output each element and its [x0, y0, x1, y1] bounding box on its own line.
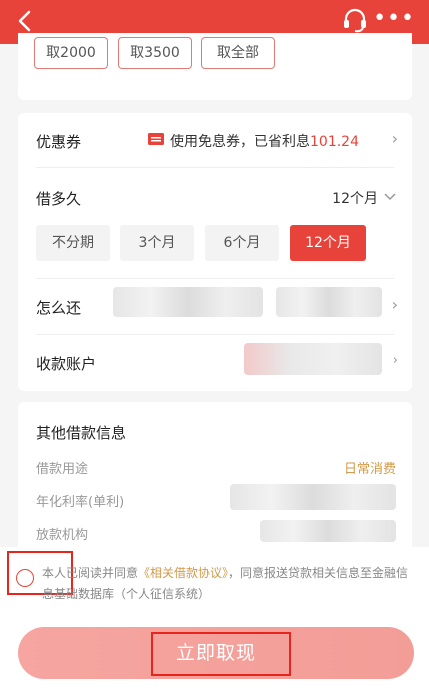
purpose-value: 日常消费	[343, 462, 396, 477]
chevron-down-icon[interactable]	[384, 193, 396, 201]
amount-option-3500[interactable]: 取3500	[118, 37, 192, 69]
info-title: 其他借款信息	[36, 424, 127, 442]
agreement-bar: 本人已阅读并同意《相关借款协议》，同意报送贷款相关信息至金融信息基础数据库（个人…	[0, 547, 429, 615]
chevron-left-icon[interactable]	[14, 9, 38, 33]
coupon-label: 优惠券	[36, 133, 82, 151]
divider	[36, 278, 394, 279]
purpose-label: 借款用途	[36, 462, 89, 477]
amount-option-2000[interactable]: 取2000	[34, 37, 108, 69]
chevron-right-icon[interactable]: ›	[392, 295, 398, 314]
more-dots-icon[interactable]: •••	[373, 8, 415, 30]
chevron-right-icon[interactable]: ›	[392, 129, 398, 148]
other-loan-info-card: 其他借款信息 借款用途 日常消费 年化利率(单利) 放款机构	[18, 402, 412, 552]
term-selected-value[interactable]: 12个月	[332, 188, 378, 208]
agreement-text: 本人已阅读并同意《相关借款协议》，同意报送贷款相关信息至金融信息基础数据库（个人…	[42, 563, 412, 605]
coupon-row[interactable]: 使用免息券，已省利息101.24	[170, 131, 359, 151]
headset-icon[interactable]	[341, 6, 369, 34]
amount-option-all[interactable]: 取全部	[201, 37, 275, 69]
rate-value-blurred	[230, 484, 396, 510]
repay-label: 怎么还	[36, 299, 82, 317]
agreement-prefix: 本人已阅读并同意	[42, 566, 139, 580]
coupon-text: 使用免息券，已省利息	[170, 134, 310, 150]
highlight-box-submit	[151, 632, 291, 676]
lender-value-blurred	[260, 520, 396, 542]
divider	[36, 334, 394, 335]
coupon-saved-value: 101.24	[310, 134, 359, 150]
lender-label: 放款机构	[36, 528, 89, 543]
term-option-12[interactable]: 12个月	[290, 225, 366, 261]
account-label: 收款账户	[36, 355, 97, 373]
chevron-right-icon[interactable]: ›	[393, 353, 398, 368]
bottom-action-bar: 立即取现	[0, 615, 429, 690]
account-info-blurred[interactable]	[244, 343, 382, 375]
term-option-6[interactable]: 6个月	[205, 225, 279, 261]
amount-card: 取2000 取3500 取全部	[18, 33, 412, 100]
agreement-link[interactable]: 《相关借款协议》	[138, 566, 228, 580]
repay-detail-blurred[interactable]	[276, 287, 382, 317]
term-label: 借多久	[36, 190, 82, 208]
rate-label: 年化利率(单利)	[36, 495, 125, 510]
term-option-none[interactable]: 不分期	[36, 225, 110, 261]
ticket-icon	[148, 133, 164, 145]
divider	[36, 167, 394, 168]
loan-options-card: 优惠券 使用免息券，已省利息101.24 › 借多久 12个月 不分期 3个月 …	[18, 113, 412, 391]
repay-plan-blurred[interactable]	[113, 287, 263, 317]
term-option-3[interactable]: 3个月	[120, 225, 194, 261]
